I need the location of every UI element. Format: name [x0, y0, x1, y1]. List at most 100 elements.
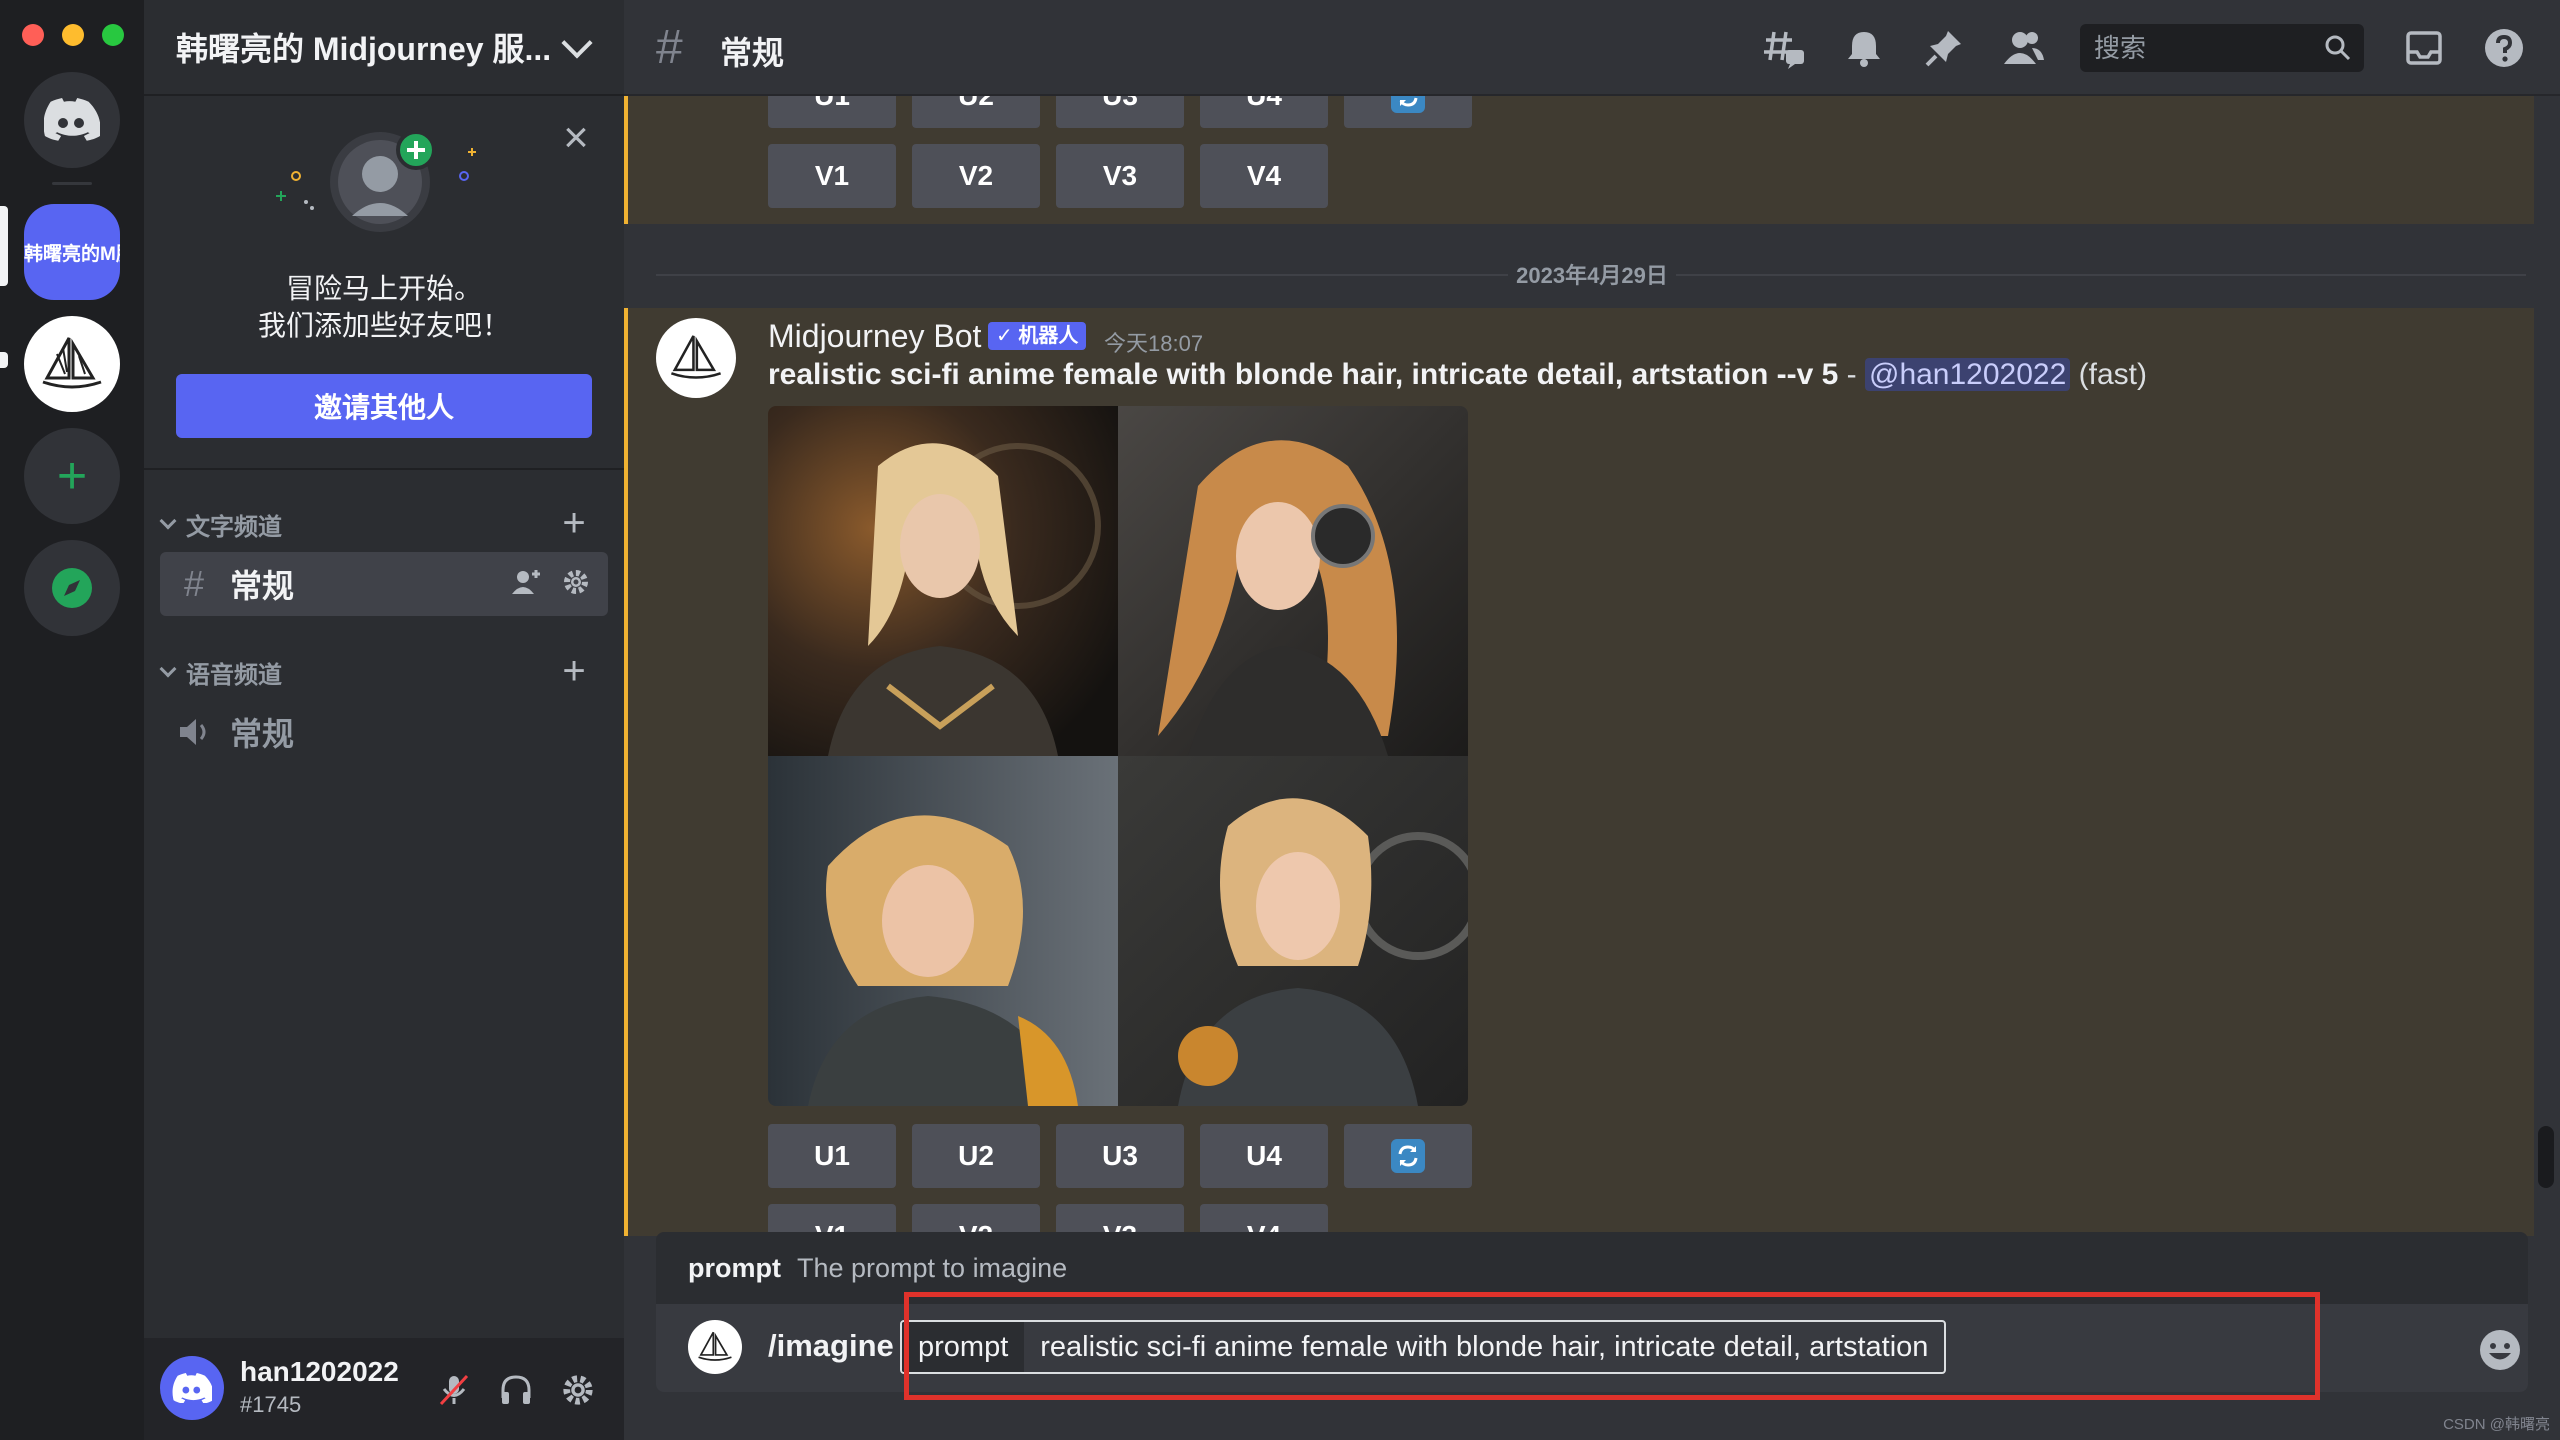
chat-area: # 常规 U1 U2 U3 U4 V1 — [624, 0, 2560, 1440]
bot-username[interactable]: Midjourney Bot — [768, 318, 981, 355]
mute-button[interactable] — [432, 1368, 476, 1412]
close-icon[interactable]: × — [556, 116, 596, 160]
window-close-button[interactable] — [22, 24, 44, 46]
category-label: 文字频道 — [186, 513, 282, 541]
category-text-channels[interactable]: 文字频道 — [154, 506, 282, 542]
generated-image-1[interactable] — [768, 406, 1118, 756]
upscale-button[interactable]: U3 — [1056, 96, 1184, 128]
deafen-button[interactable] — [494, 1368, 538, 1412]
onboarding-text: 冒险马上开始。 我们添加些好友吧！ — [144, 270, 624, 344]
channel-label: 常规 — [230, 716, 295, 752]
rail-separator — [52, 182, 92, 185]
server-hanshuliang[interactable]: 韩曙亮的M服务 — [24, 204, 120, 300]
gear-icon — [563, 1375, 593, 1405]
server-abbr: 韩曙亮的M服务 — [24, 243, 120, 265]
home-button[interactable] — [24, 72, 120, 168]
bot-avatar[interactable] — [656, 318, 736, 398]
invite-button[interactable]: 邀请其他人 — [176, 374, 592, 438]
user-tag: #1745 — [240, 1392, 302, 1417]
emoji-picker-icon[interactable] — [2478, 1328, 2522, 1372]
channel-header: # 常规 — [624, 0, 2560, 96]
onboarding-line1: 冒险马上开始。 — [285, 273, 482, 304]
date-divider: 2023年4月29日 — [624, 258, 2560, 290]
category-label: 语音频道 — [186, 661, 282, 689]
help-button[interactable] — [2480, 24, 2528, 72]
generated-image-2[interactable] — [1118, 406, 1468, 756]
avatar[interactable] — [160, 1356, 224, 1420]
server-rail: 韩曙亮的M服务 + — [0, 0, 144, 1440]
threads-button[interactable] — [1760, 24, 1808, 72]
inbox-icon — [2406, 31, 2442, 65]
channel-sidebar: 韩曙亮的 Midjourney 服... × 冒险马上开始。 我们添加些好友吧！… — [144, 0, 624, 1440]
create-voice-channel-button[interactable]: + — [556, 651, 592, 691]
member-list-button[interactable] — [2000, 24, 2048, 72]
upscale-button[interactable]: U4 — [1200, 1124, 1328, 1188]
watermark: CSDN @韩曙亮 — [2443, 1416, 2550, 1433]
scrollbar-thumb[interactable] — [2538, 1126, 2554, 1188]
option-name: prompt — [688, 1252, 781, 1283]
pin-icon — [1925, 31, 1961, 67]
channel-general-text[interactable]: # 常规 — [160, 552, 608, 616]
search-input[interactable] — [2080, 24, 2364, 72]
reroll-button[interactable] — [1344, 1124, 1472, 1188]
divider — [144, 468, 624, 470]
variation-button[interactable]: V1 — [768, 144, 896, 208]
chevron-down-icon — [561, 27, 593, 59]
user-settings-button[interactable] — [556, 1368, 600, 1412]
discord-logo-icon — [44, 98, 100, 141]
image-grid[interactable] — [768, 406, 1468, 1106]
separator: - — [1838, 358, 1865, 391]
upscale-button[interactable]: U1 — [768, 96, 896, 128]
category-voice-channels[interactable]: 语音频道 — [154, 654, 282, 690]
hashtag-icon: # — [183, 563, 205, 604]
help-icon — [2485, 29, 2523, 67]
previous-message-highlight — [624, 96, 2534, 224]
pinned-messages-button[interactable] — [1920, 24, 1968, 72]
mic-muted-icon — [439, 1374, 469, 1406]
hashtag-icon: # — [656, 21, 683, 74]
inbox-button[interactable] — [2400, 24, 2448, 72]
upscale-button[interactable]: U2 — [912, 96, 1040, 128]
add-server-button[interactable]: + — [24, 428, 120, 524]
upscale-button[interactable]: U1 — [768, 1124, 896, 1188]
create-text-channel-button[interactable]: + — [556, 503, 592, 543]
upscale-button[interactable]: U3 — [1056, 1124, 1184, 1188]
guild-header[interactable]: 韩曙亮的 Midjourney 服... — [144, 0, 624, 96]
option-description: The prompt to imagine — [796, 1252, 1068, 1283]
channel-general-voice[interactable]: 常规 — [160, 700, 608, 764]
variation-button[interactable]: V2 — [912, 144, 1040, 208]
server-midjourney[interactable] — [24, 316, 120, 412]
generated-image-3[interactable] — [768, 756, 1118, 1106]
slash-command: /imagine — [768, 1328, 894, 1363]
upscale-button[interactable]: U4 — [1200, 96, 1328, 128]
reroll-button[interactable] — [1344, 96, 1472, 128]
generated-image-4[interactable] — [1118, 756, 1468, 1106]
variation-button[interactable]: V3 — [1056, 144, 1184, 208]
sailboat-icon — [698, 1331, 732, 1361]
window-zoom-button[interactable] — [102, 24, 124, 46]
user-panel: han1202022 #1745 — [144, 1338, 624, 1440]
caret-down-icon — [159, 512, 177, 530]
window-minimize-button[interactable] — [62, 24, 84, 46]
variation-button[interactable]: V4 — [1200, 144, 1328, 208]
mention-bar — [624, 96, 628, 224]
notifications-button[interactable] — [1840, 24, 1888, 72]
refresh-icon — [1391, 96, 1425, 113]
message-list[interactable]: U1 U2 U3 U4 V1 V2 V3 V4 2023年4月29日 Midjo… — [624, 96, 2560, 1236]
scrollbar-track[interactable] — [2538, 96, 2554, 1236]
upscale-button[interactable]: U2 — [912, 1124, 1040, 1188]
speaker-icon — [180, 719, 206, 745]
caret-down-icon — [159, 660, 177, 678]
annotation-highlight-box — [904, 1292, 2320, 1400]
unread-indicator — [0, 352, 8, 368]
user-mention[interactable]: @han1202022 — [1864, 358, 2071, 391]
guild-name: 韩曙亮的 Midjourney 服... — [176, 31, 552, 67]
gear-icon[interactable] — [560, 566, 592, 598]
add-friend-illustration — [276, 130, 476, 232]
channel-label: 常规 — [230, 568, 295, 604]
explore-servers-button[interactable] — [24, 540, 120, 636]
mention-bar — [624, 308, 628, 1236]
command-app-avatar — [688, 1320, 742, 1374]
invite-member-icon[interactable] — [510, 566, 542, 598]
sailboat-icon — [670, 335, 722, 379]
